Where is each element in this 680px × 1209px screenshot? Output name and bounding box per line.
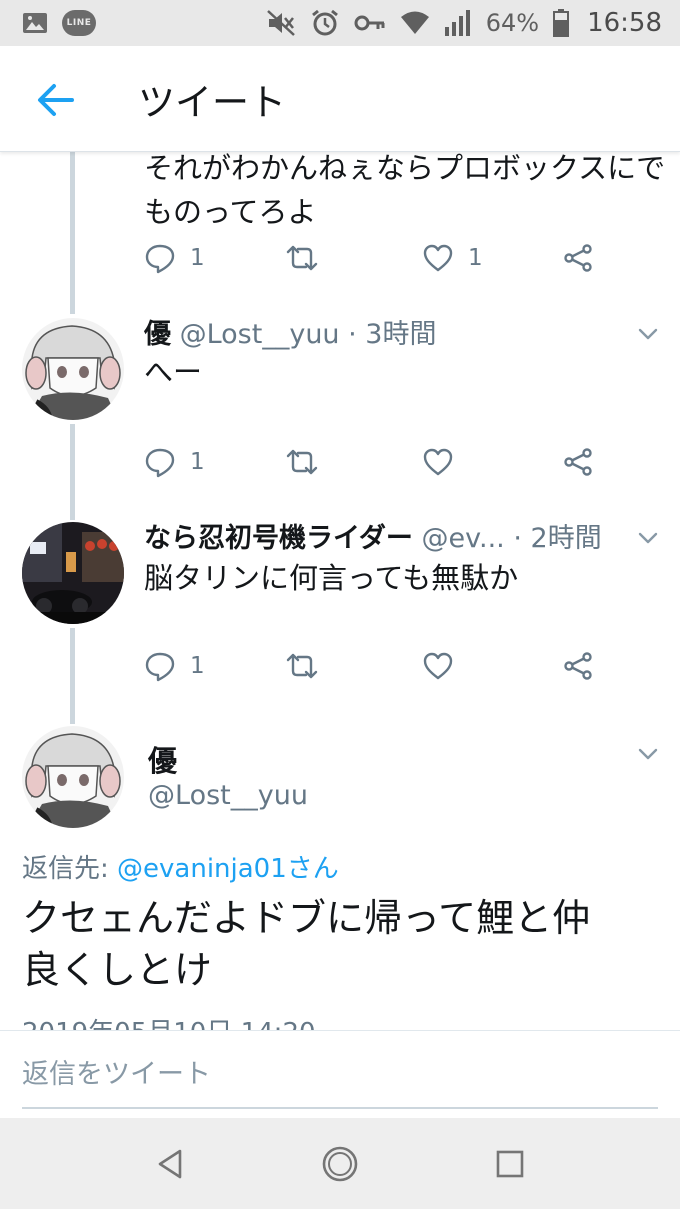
- tweet-text-line: ものってろよ: [144, 195, 317, 229]
- share-icon: [564, 652, 592, 680]
- display-name[interactable]: 優: [144, 319, 171, 350]
- signal-icon: [444, 10, 470, 36]
- share-icon: [564, 244, 592, 272]
- status-bar: LINE 64% 16:58: [0, 0, 680, 46]
- retweet-icon: [286, 245, 318, 271]
- chevron-down-icon[interactable]: [636, 742, 660, 766]
- user-handle[interactable]: @ev...: [422, 523, 505, 554]
- system-navigation-bar: [0, 1118, 680, 1209]
- line-label: LINE: [62, 10, 96, 36]
- reply-button[interactable]: 1: [144, 646, 205, 686]
- thread-line: [70, 152, 75, 314]
- reply-input[interactable]: 返信をツイート: [22, 1047, 658, 1109]
- retweet-icon: [286, 653, 318, 679]
- tweet-header: 優 @Lost__yuu · 3時間: [144, 316, 436, 354]
- battery-percent: 64%: [485, 9, 540, 37]
- chevron-down-icon[interactable]: [636, 526, 660, 550]
- tweet-actions: 1: [144, 646, 604, 686]
- retweet-button[interactable]: [284, 646, 320, 686]
- page-title: ツイート: [138, 81, 286, 124]
- tweet-text-line: 良くしとけ: [22, 948, 213, 992]
- battery-icon: [553, 9, 570, 37]
- heart-icon: [423, 244, 453, 272]
- clock: 16:58: [587, 8, 662, 38]
- circle-home-icon: [322, 1146, 358, 1182]
- reply-count: 1: [190, 653, 205, 679]
- tweet-text: 脳タリンに何言っても無駄か: [144, 561, 519, 595]
- share-button[interactable]: [562, 238, 594, 278]
- reply-count: 1: [190, 245, 205, 271]
- chevron-down-icon[interactable]: [636, 322, 660, 346]
- reply-button[interactable]: 1: [144, 238, 205, 278]
- nav-back-button[interactable]: [146, 1140, 194, 1188]
- reply-button[interactable]: 1: [144, 442, 205, 482]
- reply-icon: [145, 652, 175, 682]
- tweet-text: それがわかんねぇならプロボックスにで ものってろよ: [144, 152, 665, 234]
- thread-line: [70, 628, 75, 724]
- tweet-actions: 1: [144, 442, 604, 482]
- tweet-text-line: クセェんだよドブに帰って鯉と仲: [22, 896, 591, 940]
- reply-to-line: 返信先: @evaninja01さん: [22, 848, 339, 885]
- mute-icon: [266, 10, 295, 36]
- back-arrow-icon: [38, 84, 74, 116]
- alarm-icon: [311, 9, 338, 36]
- tweet-header: なら忍初号機ライダー @ev... · 2時間: [144, 520, 602, 558]
- wifi-icon: [400, 11, 429, 34]
- tweet-thread[interactable]: それがわかんねぇならプロボックスにで ものってろよ 1 1 優 @Lost__y…: [0, 152, 680, 1030]
- reply-icon: [145, 448, 175, 478]
- reply-to-mention-link[interactable]: @evaninja01さん: [117, 854, 339, 884]
- user-handle[interactable]: @Lost__yuu: [148, 780, 308, 811]
- reply-count: 1: [190, 449, 205, 475]
- retweet-icon: [286, 449, 318, 475]
- thread-line: [70, 424, 75, 520]
- top-app-bar: ツイート: [0, 46, 680, 152]
- square-recents-icon: [496, 1150, 524, 1178]
- tweet-actions: 1 1: [144, 238, 604, 278]
- share-button[interactable]: [562, 646, 594, 686]
- back-button[interactable]: [32, 76, 80, 124]
- focused-tweet-text: クセェんだよドブに帰って鯉と仲 良くしとけ: [22, 892, 662, 996]
- user-handle[interactable]: @Lost__yuu: [180, 319, 340, 350]
- triangle-back-icon: [158, 1149, 182, 1179]
- like-count: 1: [468, 245, 483, 271]
- tweet-timestamp: 2019年05月10日 14:20: [22, 1012, 316, 1030]
- tweet-text-line: それがわかんねぇならプロボックスにで: [144, 152, 666, 185]
- gallery-notification-icon: [22, 0, 48, 46]
- display-name[interactable]: なら忍初号機ライダー: [144, 523, 413, 554]
- like-button[interactable]: [422, 646, 454, 686]
- nav-recents-button[interactable]: [486, 1140, 534, 1188]
- tweet-time: · 3時間: [348, 319, 437, 350]
- reply-compose-bar: 返信をツイート: [0, 1030, 680, 1118]
- vpn-key-icon: [354, 15, 385, 31]
- nav-home-button[interactable]: [316, 1140, 364, 1188]
- reply-to-label: 返信先:: [22, 854, 118, 884]
- tweet-time: · 2時間: [513, 523, 602, 554]
- avatar[interactable]: [22, 726, 124, 828]
- heart-icon: [423, 448, 453, 476]
- share-button[interactable]: [562, 442, 594, 482]
- heart-icon: [423, 652, 453, 680]
- line-notification-icon: LINE: [62, 0, 96, 46]
- display-name[interactable]: 優: [148, 738, 177, 780]
- retweet-button[interactable]: [284, 238, 320, 278]
- share-icon: [564, 448, 592, 476]
- tweet-text: へー: [144, 355, 203, 389]
- like-button[interactable]: [422, 442, 454, 482]
- like-button[interactable]: 1: [422, 238, 483, 278]
- reply-icon: [145, 244, 175, 274]
- retweet-button[interactable]: [284, 442, 320, 482]
- avatar[interactable]: [22, 522, 124, 624]
- status-icons: 64% 16:58: [266, 0, 662, 46]
- avatar[interactable]: [22, 318, 124, 420]
